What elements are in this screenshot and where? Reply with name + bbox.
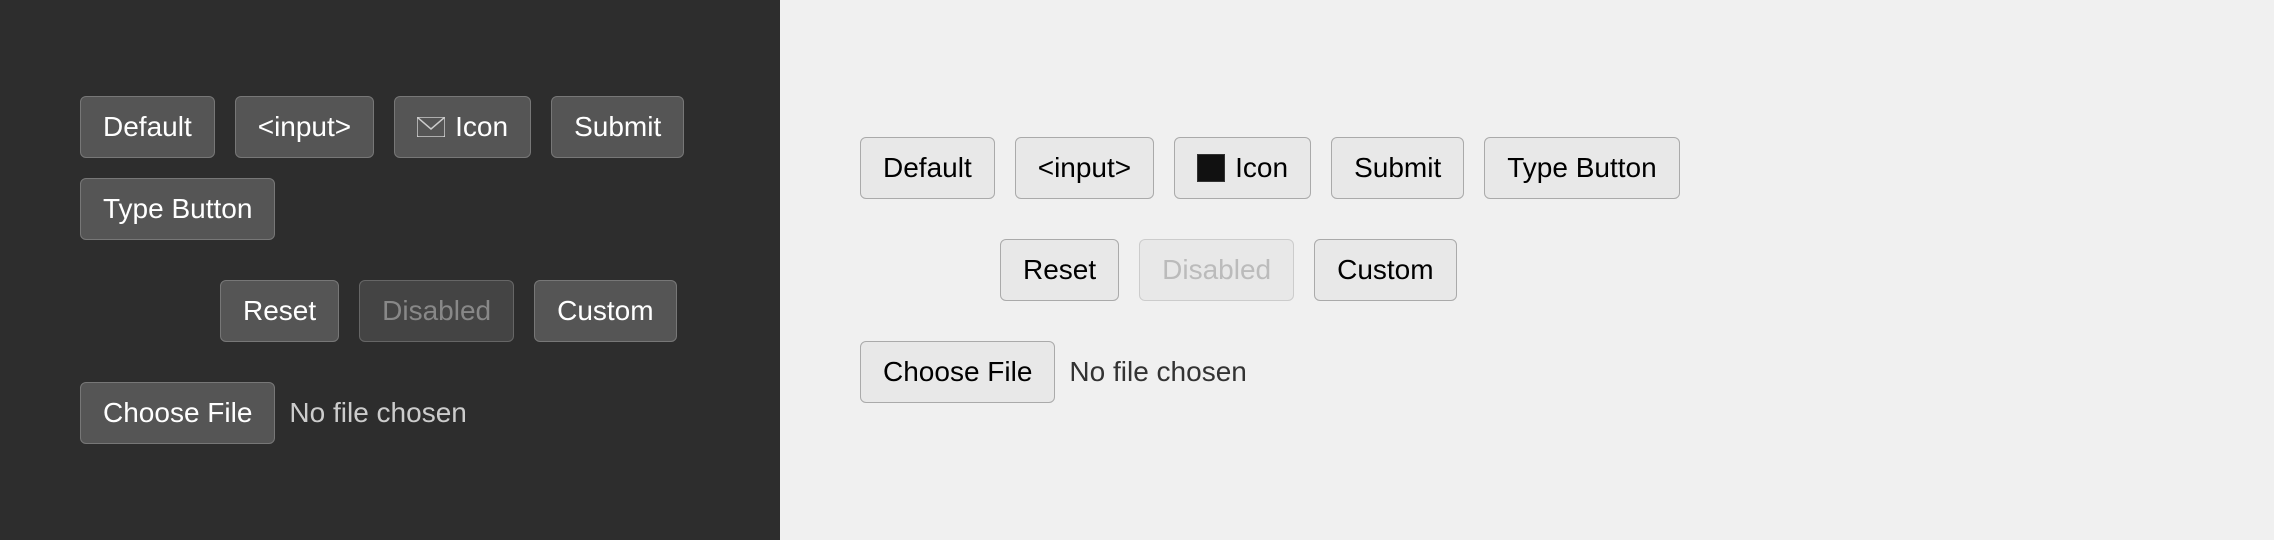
dark-reset-button[interactable]: Reset <box>220 280 339 342</box>
dark-row-1: Default <input> Icon Submit Type Button <box>80 96 700 240</box>
light-type-button[interactable]: Type Button <box>1484 137 1679 199</box>
light-submit-button[interactable]: Submit <box>1331 137 1464 199</box>
light-default-button[interactable]: Default <box>860 137 995 199</box>
light-icon-label: Icon <box>1235 152 1288 184</box>
light-no-file-text: No file chosen <box>1069 356 1246 388</box>
light-disabled-button: Disabled <box>1139 239 1294 301</box>
dark-input-button[interactable]: <input> <box>235 96 374 158</box>
envelope-icon <box>417 117 445 137</box>
dark-custom-button[interactable]: Custom <box>534 280 676 342</box>
light-input-button[interactable]: <input> <box>1015 137 1154 199</box>
light-panel: Default <input> Icon Submit Type Button … <box>780 0 2274 540</box>
light-choose-file-button[interactable]: Choose File <box>860 341 1055 403</box>
light-file-row: Choose File No file chosen <box>860 341 2194 403</box>
light-custom-button[interactable]: Custom <box>1314 239 1456 301</box>
dark-choose-file-button[interactable]: Choose File <box>80 382 275 444</box>
dark-disabled-button: Disabled <box>359 280 514 342</box>
light-row-2: Reset Disabled Custom <box>860 239 2194 301</box>
dark-submit-button[interactable]: Submit <box>551 96 684 158</box>
dark-icon-label: Icon <box>455 111 508 143</box>
dark-file-row: Choose File No file chosen <box>80 382 700 444</box>
dark-type-button[interactable]: Type Button <box>80 178 275 240</box>
light-icon-button[interactable]: Icon <box>1174 137 1311 199</box>
dark-icon-button[interactable]: Icon <box>394 96 531 158</box>
dark-default-button[interactable]: Default <box>80 96 215 158</box>
light-reset-button[interactable]: Reset <box>1000 239 1119 301</box>
dark-no-file-text: No file chosen <box>289 397 466 429</box>
light-row-1: Default <input> Icon Submit Type Button <box>860 137 2194 199</box>
dark-panel: Default <input> Icon Submit Type Button … <box>0 0 780 540</box>
square-icon <box>1197 154 1225 182</box>
dark-row-2: Reset Disabled Custom <box>80 280 700 342</box>
